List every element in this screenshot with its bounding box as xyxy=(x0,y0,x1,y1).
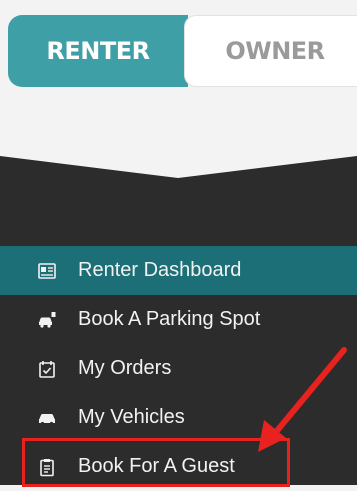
sidebar-item-label: My Orders xyxy=(78,357,172,379)
tab-renter[interactable]: RENTER xyxy=(8,15,188,87)
sidebar-item-my-orders[interactable]: My Orders xyxy=(0,344,357,393)
calendar-check-icon xyxy=(36,358,58,380)
sidebar-menu: Renter Dashboard Book A Parking Spot My … xyxy=(0,246,357,491)
sidebar-item-my-vehicles[interactable]: My Vehicles xyxy=(0,393,357,442)
dashboard-icon xyxy=(36,260,58,282)
sidebar-item-label: My Vehicles xyxy=(78,406,185,428)
sidebar-item-book-for-guest[interactable]: Book For A Guest xyxy=(0,442,357,491)
header-area: RENTER OWNER xyxy=(0,0,357,160)
car-icon xyxy=(36,407,58,429)
role-tabs: RENTER OWNER xyxy=(8,15,357,87)
tab-owner[interactable]: OWNER xyxy=(184,15,357,87)
car-parking-icon xyxy=(36,309,58,331)
sidebar: Renter Dashboard Book A Parking Spot My … xyxy=(0,150,357,485)
sidebar-item-label: Book A Parking Spot xyxy=(78,308,261,330)
sidebar-item-book-parking-spot[interactable]: Book A Parking Spot xyxy=(0,295,357,344)
clipboard-icon xyxy=(36,456,58,478)
sidebar-item-label: Book For A Guest xyxy=(78,455,235,477)
sidebar-item-label: Renter Dashboard xyxy=(78,259,242,281)
header-chevron xyxy=(0,150,357,178)
sidebar-item-renter-dashboard[interactable]: Renter Dashboard xyxy=(0,246,357,295)
